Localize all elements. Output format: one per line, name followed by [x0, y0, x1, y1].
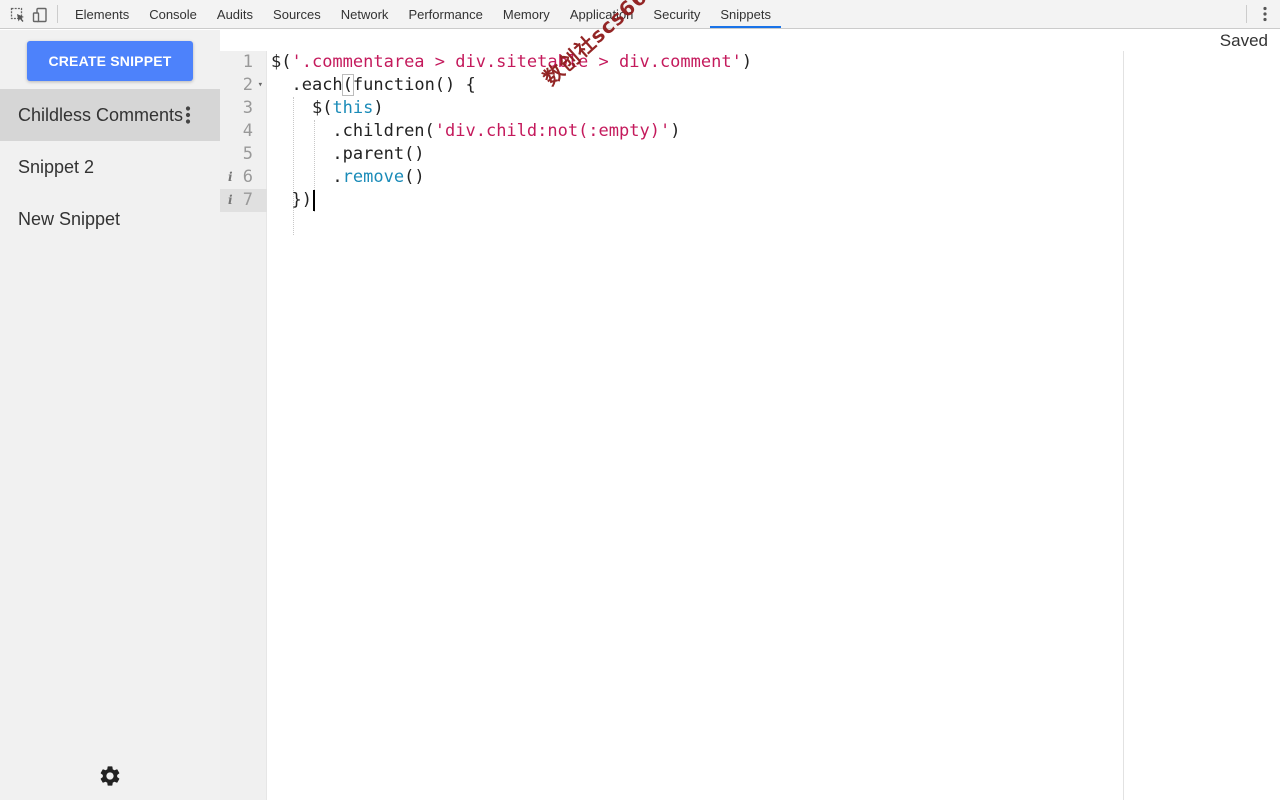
code-line[interactable]: $('.commentarea > div.sitetable > div.co…: [271, 51, 752, 74]
code-line[interactable]: .remove(): [271, 166, 425, 189]
code-token: (): [404, 167, 425, 187]
line-number-text: 6: [242, 167, 253, 187]
code-token: this: [332, 98, 374, 118]
code-line[interactable]: .each(function() {: [271, 74, 476, 97]
line-number[interactable]: 5: [220, 143, 267, 166]
text-cursor: [313, 190, 315, 211]
code-line[interactable]: $(this): [271, 97, 384, 120]
snippet-item-new-snippet[interactable]: New Snippet: [0, 193, 220, 245]
toolbar-divider: [1246, 5, 1247, 23]
tab-security[interactable]: Security: [643, 0, 710, 28]
code-token: $(: [311, 98, 333, 118]
saved-status: Saved: [1219, 31, 1268, 50]
code-token: function() {: [352, 75, 476, 95]
code-line[interactable]: .parent(): [271, 143, 425, 166]
tab-console[interactable]: Console: [139, 0, 207, 28]
tab-audits[interactable]: Audits: [207, 0, 263, 28]
snippet-list: Childless Comments Snippet 2 New Snippet: [0, 89, 220, 245]
line-number-text: 2: [242, 75, 253, 95]
code-token: remove: [342, 167, 405, 187]
snippet-label: Childless Comments: [18, 104, 184, 125]
tab-performance[interactable]: Performance: [398, 0, 492, 28]
editor-status-bar: Saved: [220, 30, 1280, 51]
code-token: $(: [271, 52, 292, 72]
line-number[interactable]: 2 ▾: [220, 74, 267, 97]
panel-tabs: Elements Console Audits Sources Network …: [65, 0, 781, 28]
gear-icon[interactable]: [98, 764, 122, 788]
snippet-item-snippet-2[interactable]: Snippet 2: [0, 141, 220, 193]
code-token: .: [332, 167, 343, 187]
line-number-text: 5: [242, 144, 253, 164]
code-token: .children(: [332, 121, 435, 141]
vertical-dots-icon: [1263, 6, 1267, 22]
code-token: (: [341, 74, 354, 96]
line-number[interactable]: 3: [220, 97, 267, 120]
snippets-sidebar: CREATE SNIPPET Childless Comments Snippe…: [0, 30, 220, 800]
line-number-text: 1: [242, 52, 253, 72]
snippet-label: Snippet 2: [18, 156, 95, 177]
code-token: ): [373, 98, 384, 118]
info-marker-icon[interactable]: i: [228, 166, 233, 189]
code-token: ): [670, 121, 681, 141]
line-number-text: 7: [242, 190, 253, 210]
snippet-menu-icon[interactable]: [184, 106, 192, 124]
tab-network[interactable]: Network: [331, 0, 399, 28]
snippet-label: New Snippet: [18, 208, 121, 229]
tab-snippets[interactable]: Snippets: [710, 0, 781, 28]
code-token: .each: [291, 75, 343, 95]
device-toolbar-icon[interactable]: [29, 0, 51, 29]
code-token: }): [291, 190, 312, 210]
line-number-gutter: 1 2 ▾ 3 4 5 i 6 i 7: [220, 51, 267, 800]
code-token: '.commentarea > div.sitetable > div.comm…: [291, 52, 742, 72]
code-token: 'div.child:not(:empty)': [434, 121, 671, 141]
code-token: .parent(): [332, 144, 425, 164]
line-number[interactable]: 1: [220, 51, 267, 74]
tab-elements[interactable]: Elements: [65, 0, 139, 28]
line-number-text: 4: [242, 121, 253, 141]
tab-memory[interactable]: Memory: [493, 0, 560, 28]
code-token: ): [741, 52, 753, 72]
toolbar-divider: [57, 5, 58, 23]
line-number-text: 3: [242, 98, 253, 118]
line-number[interactable]: 4: [220, 120, 267, 143]
device-mode-icon: [32, 7, 47, 22]
line-number[interactable]: i7: [220, 189, 267, 212]
toolbar-right: [1246, 0, 1280, 28]
code-editor[interactable]: $('.commentarea > div.sitetable > div.co…: [267, 51, 1123, 800]
info-marker-icon[interactable]: i: [228, 189, 233, 212]
more-options-button[interactable]: [1250, 0, 1280, 28]
editor-side-pane: [1123, 51, 1280, 800]
code-line[interactable]: .children('div.child:not(:empty)'): [271, 120, 680, 143]
tab-sources[interactable]: Sources: [263, 0, 331, 28]
fold-arrow-icon[interactable]: ▾: [258, 74, 263, 97]
inspect-element-icon[interactable]: [7, 0, 29, 29]
snippet-item-childless-comments[interactable]: Childless Comments: [0, 89, 220, 141]
code-line[interactable]: }): [271, 189, 312, 212]
create-snippet-button[interactable]: CREATE SNIPPET: [27, 41, 193, 81]
line-number[interactable]: i6: [220, 166, 267, 189]
cursor-select-icon: [10, 7, 24, 22]
